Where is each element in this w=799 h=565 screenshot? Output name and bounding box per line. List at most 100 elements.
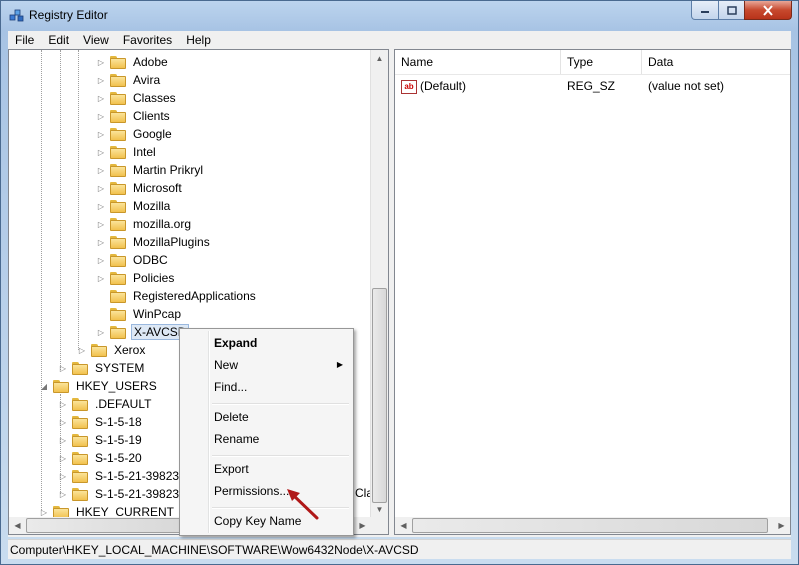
expand-arrow-icon[interactable]: ▷: [96, 273, 106, 283]
expand-arrow-icon[interactable]: ▷: [58, 453, 68, 463]
expand-arrow-icon[interactable]: ▷: [96, 237, 106, 247]
scroll-left-icon[interactable]: ◀: [9, 517, 26, 534]
tree-node[interactable]: ▷ Classes: [96, 89, 178, 107]
folder-icon: [91, 343, 107, 357]
scroll-right-icon[interactable]: ▶: [773, 517, 790, 534]
expand-arrow-icon[interactable]: ▷: [96, 111, 106, 121]
folder-icon: [53, 379, 69, 393]
tree-node-label: WinPcap: [133, 307, 182, 321]
tree-node[interactable]: ▷ S-1-5-19: [58, 431, 144, 449]
expand-arrow-icon[interactable]: ▷: [96, 147, 106, 157]
context-rename[interactable]: Rename: [182, 428, 351, 450]
maximize-button[interactable]: [718, 1, 745, 20]
tree-node[interactable]: ▷ ODBC: [96, 251, 170, 269]
expand-arrow-icon[interactable]: ▷: [96, 93, 106, 103]
tree-node-label: Policies: [133, 271, 175, 285]
tree-node[interactable]: ▷ S-1-5-21-3982381: [58, 485, 194, 503]
expand-arrow-icon[interactable]: ▷: [96, 57, 106, 67]
tree-node[interactable]: ▷ Avira: [96, 71, 162, 89]
tree-node[interactable]: ▷ Google: [96, 125, 174, 143]
close-icon: [763, 4, 773, 16]
tree-node[interactable]: ▷ Adobe: [96, 53, 170, 71]
value-row[interactable]: ab (Default) REG_SZ (value not set): [395, 77, 790, 95]
tree-node[interactable]: ▷ Intel: [96, 143, 158, 161]
tree-vertical-scrollbar[interactable]: ▲ ▼: [370, 50, 388, 518]
scroll-right-icon[interactable]: ▶: [354, 517, 371, 534]
tree-hscroll-thumb[interactable]: [26, 518, 186, 533]
menu-view[interactable]: View: [76, 31, 116, 49]
expand-arrow-icon[interactable]: ▷: [77, 345, 87, 355]
column-header-data[interactable]: Data: [642, 50, 790, 74]
expand-arrow-icon[interactable]: ▷: [96, 201, 106, 211]
expand-arrow-icon[interactable]: ▷: [96, 255, 106, 265]
expand-arrow-icon[interactable]: [96, 309, 106, 319]
expand-arrow-icon[interactable]: ▷: [39, 507, 49, 517]
scroll-down-icon[interactable]: ▼: [371, 501, 388, 518]
context-new[interactable]: New ▶: [182, 354, 351, 376]
expand-arrow-icon[interactable]: ▷: [58, 363, 68, 373]
tree-node[interactable]: ▷ Policies: [96, 269, 176, 287]
context-export[interactable]: Export: [182, 458, 351, 480]
expand-arrow-icon[interactable]: [96, 291, 106, 301]
expand-arrow-icon[interactable]: ▷: [96, 165, 106, 175]
tree-node[interactable]: ▷ MozillaPlugins: [96, 233, 212, 251]
list-hscroll-thumb[interactable]: [412, 518, 768, 533]
tree-node-label: mozilla.org: [133, 217, 192, 231]
context-delete[interactable]: Delete: [182, 406, 351, 428]
menu-separator: [212, 403, 349, 405]
menu-favorites[interactable]: Favorites: [116, 31, 179, 49]
folder-icon: [72, 487, 88, 501]
folder-icon: [110, 307, 126, 321]
tree-node[interactable]: ▷ mozilla.org: [96, 215, 193, 233]
expand-arrow-icon[interactable]: ▷: [96, 327, 106, 337]
minimize-button[interactable]: [691, 1, 719, 20]
title-bar[interactable]: Registry Editor: [1, 1, 798, 31]
context-find[interactable]: Find...: [182, 376, 351, 398]
column-header-type[interactable]: Type: [561, 50, 642, 74]
column-header-name[interactable]: Name: [395, 50, 561, 74]
tree-node[interactable]: ◢ HKEY_USERS: [39, 377, 159, 395]
expand-arrow-icon[interactable]: ▷: [96, 183, 106, 193]
expand-arrow-icon[interactable]: ▷: [58, 471, 68, 481]
folder-icon: [110, 325, 126, 339]
tree-node[interactable]: ▷ SYSTEM: [58, 359, 146, 377]
expand-arrow-icon[interactable]: ▷: [58, 399, 68, 409]
expand-arrow-icon[interactable]: ▷: [58, 435, 68, 445]
tree-node[interactable]: ▷ .DEFAULT: [58, 395, 153, 413]
collapse-arrow-icon[interactable]: ◢: [39, 381, 49, 391]
scroll-up-icon[interactable]: ▲: [371, 50, 388, 67]
context-expand[interactable]: Expand: [182, 332, 351, 354]
folder-icon: [72, 469, 88, 483]
status-path: Computer\HKEY_LOCAL_MACHINE\SOFTWARE\Wow…: [10, 542, 419, 557]
tree-scroll-thumb[interactable]: [372, 288, 387, 503]
menu-edit[interactable]: Edit: [41, 31, 76, 49]
tree-node-label: Martin Prikryl: [133, 163, 204, 177]
tree-node[interactable]: ▷ X-AVCSD: [96, 323, 190, 341]
tree-node[interactable]: ▷ S-1-5-21-3982381: [58, 467, 194, 485]
folder-icon: [110, 217, 126, 231]
context-copy-key-name[interactable]: Copy Key Name: [182, 510, 351, 532]
menu-separator: [212, 455, 349, 457]
expand-arrow-icon[interactable]: ▷: [96, 219, 106, 229]
tree-node[interactable]: ▷ S-1-5-20: [58, 449, 144, 467]
expand-arrow-icon[interactable]: ▷: [58, 417, 68, 427]
expand-arrow-icon[interactable]: ▷: [96, 129, 106, 139]
expand-arrow-icon[interactable]: ▷: [58, 489, 68, 499]
menu-file[interactable]: File: [8, 31, 41, 49]
tree-node[interactable]: WinPcap: [96, 305, 183, 323]
values-list-pane[interactable]: Name Type Data ab (Default) REG_SZ (value…: [394, 49, 791, 535]
tree-node[interactable]: ▷ Martin Prikryl: [96, 161, 205, 179]
menu-help[interactable]: Help: [179, 31, 218, 49]
expand-arrow-icon[interactable]: ▷: [96, 75, 106, 85]
tree-node-label: MozillaPlugins: [133, 235, 210, 249]
close-button[interactable]: [744, 1, 792, 20]
tree-node[interactable]: ▷ Mozilla: [96, 197, 172, 215]
tree-node[interactable]: ▷ S-1-5-18: [58, 413, 144, 431]
tree-node[interactable]: ▷ Microsoft: [96, 179, 184, 197]
context-permissions[interactable]: Permissions...: [182, 480, 351, 502]
tree-node[interactable]: RegisteredApplications: [96, 287, 258, 305]
tree-node[interactable]: ▷ Clients: [96, 107, 172, 125]
list-horizontal-scrollbar[interactable]: ◀ ▶: [395, 517, 790, 534]
scroll-left-icon[interactable]: ◀: [395, 517, 412, 534]
tree-node[interactable]: ▷ Xerox: [77, 341, 147, 359]
